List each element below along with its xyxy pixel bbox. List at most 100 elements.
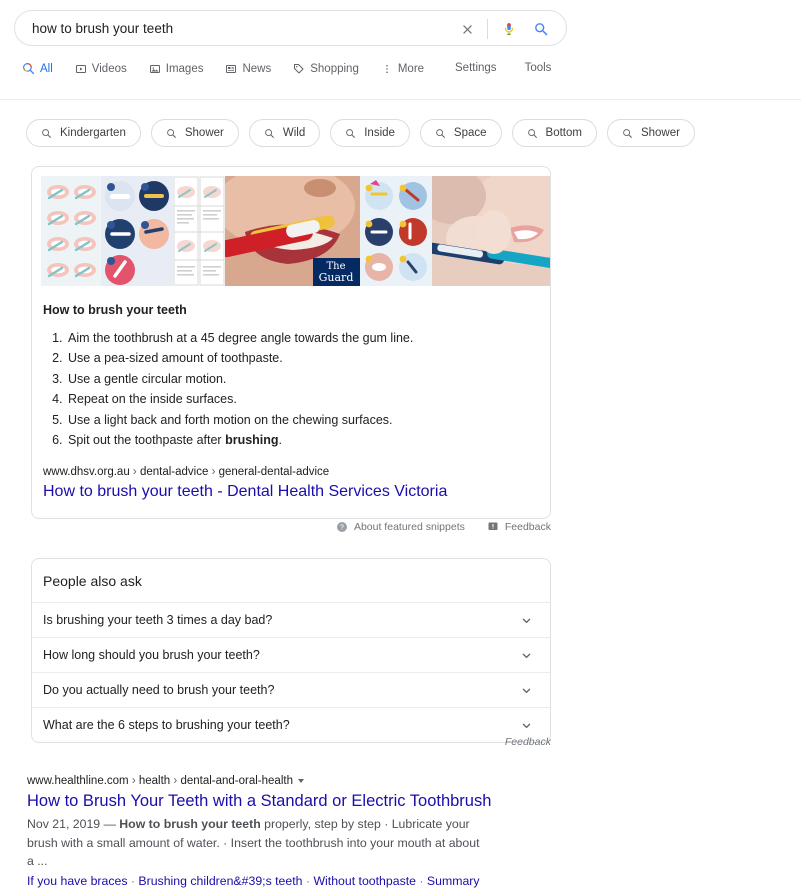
paa-question-label: How long should you brush your teeth? bbox=[43, 648, 260, 662]
thumbnail-child-brushing-photo-guardian[interactable]: The Guard bbox=[225, 176, 360, 286]
paa-heading: People also ask bbox=[43, 573, 142, 589]
result-description: Nov 21, 2019 — How to brush your teeth p… bbox=[27, 817, 480, 868]
chip-kindergarten[interactable]: Kindergarten bbox=[26, 119, 141, 147]
organic-result: www.healthline.com › health › dental-and… bbox=[27, 775, 527, 888]
snippet-step: Aim the toothbrush at a 45 degree angle … bbox=[66, 328, 550, 348]
snippet-breadcrumb: www.dhsv.org.au › dental-advice › genera… bbox=[43, 466, 330, 479]
result-sitelinks: If you have braces · Brushing children&#… bbox=[27, 873, 480, 888]
divider bbox=[487, 19, 488, 39]
snippet-result-link[interactable]: How to brush your teeth - Dental Health … bbox=[43, 482, 550, 502]
video-icon bbox=[75, 64, 86, 73]
chip-shower-1[interactable]: Shower bbox=[150, 119, 239, 147]
settings-button[interactable]: Settings bbox=[455, 62, 497, 74]
tab-news[interactable]: News bbox=[225, 63, 271, 75]
chip-shower-2[interactable]: Shower bbox=[606, 119, 695, 147]
paa-question-row[interactable]: How long should you brush your teeth? bbox=[32, 637, 550, 672]
snippet-feedback-link[interactable]: Feedback bbox=[487, 521, 551, 533]
chevron-down-icon[interactable] bbox=[519, 718, 534, 733]
about-label: About featured snippets bbox=[353, 521, 465, 533]
snippet-steps-list: Aim the toothbrush at a 45 degree angle … bbox=[32, 328, 550, 450]
sitelink[interactable]: Summary bbox=[427, 874, 480, 888]
chip-label: Shower bbox=[184, 127, 224, 139]
snippet-step: Spit out the toothpaste after brushing. bbox=[66, 430, 550, 450]
sitelink[interactable]: Brushing children&#39;s teeth bbox=[138, 874, 302, 888]
result-title-link[interactable]: How to Brush Your Teeth with a Standard … bbox=[27, 790, 527, 812]
chevron-down-icon[interactable] bbox=[519, 613, 534, 628]
microphone-icon[interactable] bbox=[498, 17, 520, 41]
paa-question-label: Do you actually need to brush your teeth… bbox=[43, 683, 275, 697]
feedback-label: Feedback bbox=[504, 521, 551, 533]
paa-question-label: Is brushing your teeth 3 times a day bad… bbox=[43, 613, 273, 627]
search-icon bbox=[346, 128, 356, 138]
chip-wild[interactable]: Wild bbox=[248, 119, 321, 147]
chip-inside[interactable]: Inside bbox=[330, 119, 410, 147]
sitelink[interactable]: If you have braces bbox=[27, 874, 127, 888]
close-icon[interactable] bbox=[455, 17, 479, 41]
flag-icon bbox=[488, 522, 498, 530]
about-featured-snippets-link[interactable]: ? About featured snippets bbox=[336, 521, 465, 533]
featured-snippet-card: The Guard How to brush your teeth 1. Aim… bbox=[31, 166, 551, 520]
sitelink[interactable]: Without toothpaste bbox=[313, 874, 416, 888]
search-input[interactable] bbox=[32, 16, 452, 40]
people-also-ask-card: People also ask Is brushing your teeth 3… bbox=[31, 558, 551, 743]
thumbnail-brushing-steps-diagram[interactable] bbox=[41, 176, 101, 286]
thumbnail-six-step-circles-infographic[interactable] bbox=[360, 176, 432, 286]
search-submit-icon[interactable] bbox=[528, 17, 554, 41]
search-icon bbox=[436, 128, 445, 138]
help-icon: ? bbox=[336, 522, 347, 532]
snippet-step: Use a gentle circular motion. bbox=[66, 369, 550, 389]
chip-label: Wild bbox=[282, 127, 306, 139]
paa-question-row[interactable]: Do you actually need to brush your teeth… bbox=[32, 672, 550, 707]
search-tabs: All Videos Images News Shopping More bbox=[22, 62, 446, 75]
chevron-down-icon[interactable] bbox=[519, 648, 534, 663]
search-bar-icons bbox=[455, 11, 554, 47]
snippet-step: Use a pea-sized amount of toothpaste. bbox=[66, 348, 550, 368]
tab-all-label: All bbox=[40, 62, 53, 75]
snippet-thumbnail-strip: The Guard bbox=[41, 176, 550, 286]
search-icon bbox=[527, 128, 537, 138]
chip-label: Inside bbox=[364, 127, 395, 139]
paa-question-label: What are the 6 steps to brushing your te… bbox=[43, 718, 290, 732]
thumbnail-illustrated-mouth-grid[interactable] bbox=[173, 176, 225, 286]
paa-question-row[interactable]: Is brushing your teeth 3 times a day bad… bbox=[32, 602, 550, 637]
chevron-down-icon[interactable] bbox=[297, 779, 304, 783]
tab-news-label: News bbox=[242, 62, 272, 75]
snippet-footer: ? About featured snippets Feedback bbox=[31, 521, 551, 533]
chip-label: Shower bbox=[640, 127, 680, 139]
snippet-step: Use a light back and forth motion on the… bbox=[66, 410, 550, 430]
search-bar[interactable] bbox=[14, 10, 567, 46]
chip-label: Bottom bbox=[545, 127, 582, 139]
search-icon bbox=[167, 128, 176, 138]
snippet-step: Repeat on the inside surfaces. bbox=[66, 389, 550, 409]
thumbnail-numbered-circles-infographic[interactable] bbox=[101, 176, 173, 286]
paa-feedback-link[interactable]: Feedback bbox=[31, 736, 551, 748]
nav-right-actions: Settings Tools bbox=[455, 62, 579, 74]
thumbnail-woman-brushing-closeup-photo[interactable] bbox=[432, 176, 550, 286]
tag-icon bbox=[294, 63, 304, 73]
search-header: All Videos Images bbox=[0, 0, 801, 100]
tab-shopping-label: Shopping bbox=[310, 62, 359, 75]
more-vertical-icon bbox=[386, 64, 388, 73]
chip-bottom[interactable]: Bottom bbox=[511, 119, 597, 147]
tab-all[interactable]: All bbox=[22, 62, 53, 75]
image-icon bbox=[149, 64, 160, 73]
search-icon bbox=[623, 128, 632, 138]
tab-shopping[interactable]: Shopping bbox=[293, 63, 359, 75]
chip-label: Kindergarten bbox=[60, 127, 126, 139]
tab-images[interactable]: Images bbox=[149, 62, 204, 75]
tab-more-label: More bbox=[397, 62, 425, 75]
tab-images-label: Images bbox=[165, 62, 204, 75]
chevron-down-icon[interactable] bbox=[519, 683, 534, 698]
search-icon bbox=[23, 63, 35, 75]
chip-label: Space bbox=[453, 127, 487, 139]
search-icon bbox=[42, 128, 51, 138]
result-breadcrumb: www.healthline.com › health › dental-and… bbox=[27, 775, 527, 787]
header-divider bbox=[0, 99, 801, 100]
svg-text:Guard: Guard bbox=[319, 271, 354, 284]
chip-space[interactable]: Space bbox=[419, 119, 502, 147]
tab-more[interactable]: More bbox=[381, 63, 424, 75]
related-search-chips: Kindergarten Shower Wild Inside Space Bo… bbox=[26, 119, 705, 147]
tools-button[interactable]: Tools bbox=[525, 62, 552, 74]
snippet-title: How to brush your teeth bbox=[43, 303, 187, 317]
tab-videos[interactable]: Videos bbox=[75, 63, 127, 75]
